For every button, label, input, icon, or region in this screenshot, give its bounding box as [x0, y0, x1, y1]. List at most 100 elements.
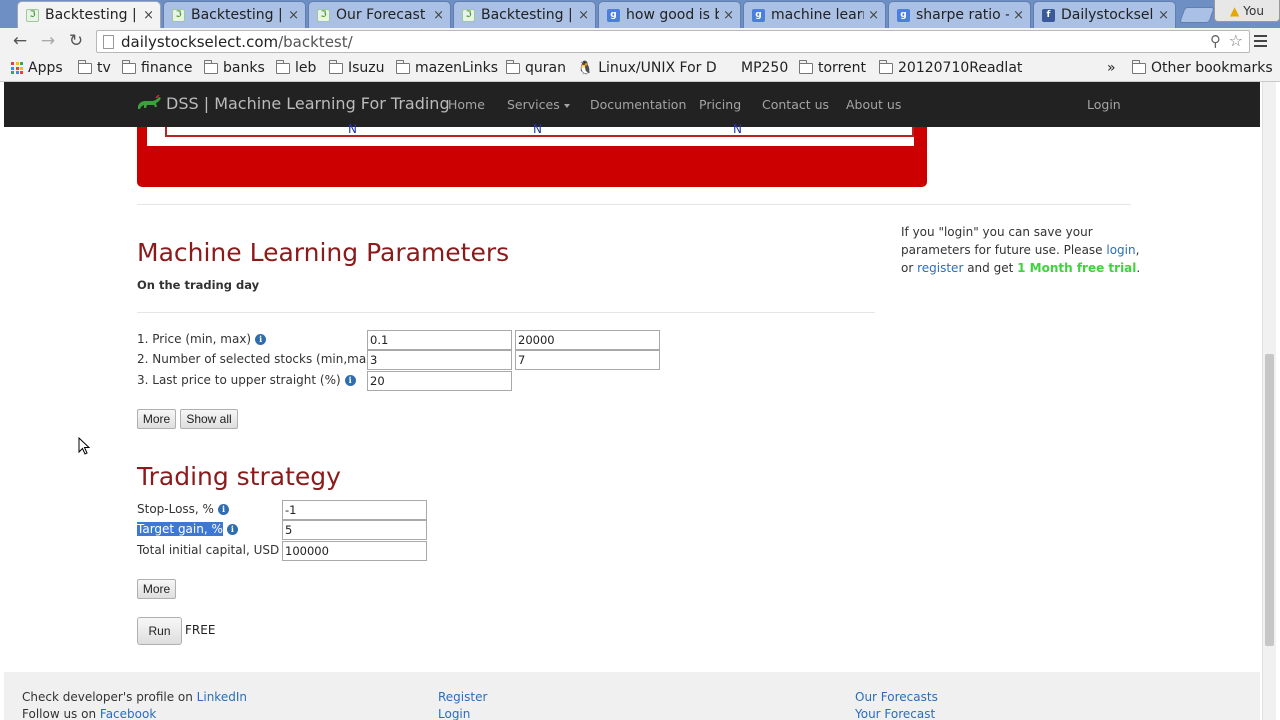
browser-tab-3[interactable]: ℑ Backtesting | × — [453, 1, 596, 28]
nav-about-us[interactable]: About us — [846, 97, 901, 112]
info-icon[interactable]: i — [255, 333, 267, 345]
close-tab-icon[interactable]: × — [143, 8, 154, 23]
browser-tab-1[interactable]: ℑ Backtesting | × — [163, 1, 306, 28]
mouse-cursor-icon — [78, 437, 90, 455]
browser-tab-7[interactable]: f Dailystocksele × — [1033, 1, 1176, 28]
new-tab-button[interactable] — [1179, 7, 1215, 23]
close-tab-icon[interactable]: × — [1158, 8, 1169, 23]
footer-register-link[interactable]: Register — [438, 690, 487, 704]
google-favicon-icon: g — [897, 8, 910, 22]
bookmark-apps[interactable]: Apps — [11, 59, 63, 77]
other-bookmarks-label: Other bookmarks — [1151, 60, 1273, 76]
close-tab-icon[interactable]: × — [288, 8, 299, 23]
profile-button[interactable]: ▲ You — [1214, 0, 1280, 22]
initial-capital-input[interactable] — [282, 541, 427, 561]
forward-arrow-icon[interactable]: → — [38, 31, 58, 51]
linkedin-link[interactable]: LinkedIn — [197, 690, 247, 704]
url-text[interactable]: dailystockselect.com/backtest/ — [121, 33, 353, 51]
bookmark-star-icon[interactable]: ☆ — [1229, 31, 1243, 50]
folder-icon — [275, 59, 290, 74]
footer-our-forecasts-link[interactable]: Our Forecasts — [855, 690, 938, 704]
address-bar[interactable]: dailystockselect.com/backtest/ ⚲ ☆ — [96, 30, 1250, 53]
nav-documentation[interactable]: Documentation — [590, 97, 686, 112]
info-icon[interactable]: i — [226, 523, 238, 535]
dss-favicon-icon: ℑ — [172, 8, 185, 22]
brand-text: DSS | Machine Learning For Trading — [166, 94, 450, 113]
browser-tab-4[interactable]: g how good is b × — [598, 1, 741, 28]
browser-tab-6[interactable]: g sharpe ratio - × — [888, 1, 1031, 28]
chart-mark: N — [348, 122, 357, 136]
nav-services[interactable]: Services — [507, 97, 570, 112]
bookmark-readlater[interactable]: 20120710Readlat — [878, 59, 1023, 77]
nav-login[interactable]: Login — [1087, 97, 1121, 112]
section-divider — [137, 312, 875, 313]
initial-capital-label: Total initial capital, USD i — [137, 543, 295, 557]
dss-favicon-icon: ℑ — [317, 8, 330, 22]
site-brand[interactable]: DSS | Machine Learning For Trading — [136, 94, 450, 113]
section-divider — [137, 204, 1131, 205]
browser-tab-5[interactable]: g machine learn × — [743, 1, 886, 28]
zoom-magnifier-icon[interactable]: ⚲ — [1210, 32, 1221, 50]
strategy-more-button[interactable]: More — [137, 579, 176, 599]
ml-more-button[interactable]: More — [137, 409, 176, 429]
close-tab-icon[interactable]: × — [868, 8, 879, 23]
folder-icon — [328, 59, 343, 74]
folder-icon — [505, 59, 520, 74]
bookmark-linux-unix[interactable]: 🐧 Linux/UNIX For D — [577, 59, 717, 77]
chrome-menu-icon[interactable] — [1254, 32, 1270, 50]
bookmark-banks[interactable]: banks — [203, 59, 265, 77]
login-link[interactable]: login — [1106, 243, 1135, 257]
close-tab-icon[interactable]: × — [433, 8, 444, 23]
stop-loss-input[interactable] — [282, 500, 427, 520]
price-min-input[interactable] — [367, 330, 512, 350]
free-trial-text: 1 Month free trial — [1017, 261, 1137, 275]
nav-services-label: Services — [507, 97, 560, 112]
bookmark-tv[interactable]: tv — [77, 59, 111, 77]
folder-icon — [77, 59, 92, 74]
target-gain-input[interactable] — [282, 520, 427, 540]
bookmark-mazenlinks[interactable]: mazenLinks — [395, 59, 498, 77]
stocks-max-input[interactable] — [515, 350, 660, 370]
price-max-input[interactable] — [515, 330, 660, 350]
bookmark-torrent[interactable]: torrent — [798, 59, 866, 77]
close-tab-icon[interactable]: × — [1013, 8, 1024, 23]
bookmark-label: 20120710Readlat — [898, 60, 1023, 76]
nav-pricing[interactable]: Pricing — [699, 97, 741, 112]
bookmark-quran[interactable]: quran — [505, 59, 566, 77]
show-all-button[interactable]: Show all — [180, 409, 238, 429]
upper-straight-input[interactable] — [367, 371, 512, 391]
info-icon[interactable]: i — [217, 503, 229, 515]
footer-your-forecast-link[interactable]: Your Forecast — [855, 707, 935, 720]
bookmark-leb[interactable]: leb — [275, 59, 316, 77]
folder-icon — [121, 59, 136, 74]
run-button[interactable]: Run — [137, 617, 182, 645]
browser-tab-0[interactable]: ℑ Backtesting | × — [17, 1, 161, 28]
scrollbar-thumb[interactable] — [1265, 354, 1274, 646]
close-tab-icon[interactable]: × — [723, 8, 734, 23]
register-link[interactable]: register — [917, 261, 963, 275]
reload-icon[interactable]: ↻ — [66, 31, 86, 51]
facebook-favicon-icon: f — [1042, 8, 1055, 22]
other-bookmarks[interactable]: Other bookmarks — [1131, 59, 1273, 77]
close-tab-icon[interactable]: × — [578, 8, 589, 23]
stocks-min-input[interactable] — [367, 350, 512, 370]
bookmarks-overflow-chevron[interactable]: » — [1107, 59, 1116, 77]
footer-facebook-line: Follow us on Facebook — [22, 707, 156, 720]
bookmark-label: torrent — [818, 60, 866, 76]
browser-tab-2[interactable]: ℑ Our Forecast | × — [308, 1, 451, 28]
footer-login-link[interactable]: Login — [438, 707, 470, 720]
nav-contact-us[interactable]: Contact us — [762, 97, 829, 112]
info-icon[interactable]: i — [344, 374, 356, 386]
bookmark-mp250[interactable]: MP250 — [741, 59, 788, 77]
bookmarks-bar: Apps tv finance banks leb Isuzu mazenLin… — [0, 55, 1280, 82]
bookmark-isuzu[interactable]: Isuzu — [328, 59, 385, 77]
tab-title: Our Forecast | — [336, 7, 430, 23]
back-arrow-icon[interactable]: ← — [10, 31, 30, 51]
bookmark-finance[interactable]: finance — [121, 59, 192, 77]
chevron-down-icon — [563, 103, 570, 108]
tab-title: machine learn — [771, 7, 865, 23]
nav-home[interactable]: Home — [448, 97, 485, 112]
param-price-label: 1. Price (min, max) i — [137, 332, 267, 346]
facebook-link[interactable]: Facebook — [100, 707, 156, 720]
results-panel: N N N — [137, 122, 927, 187]
